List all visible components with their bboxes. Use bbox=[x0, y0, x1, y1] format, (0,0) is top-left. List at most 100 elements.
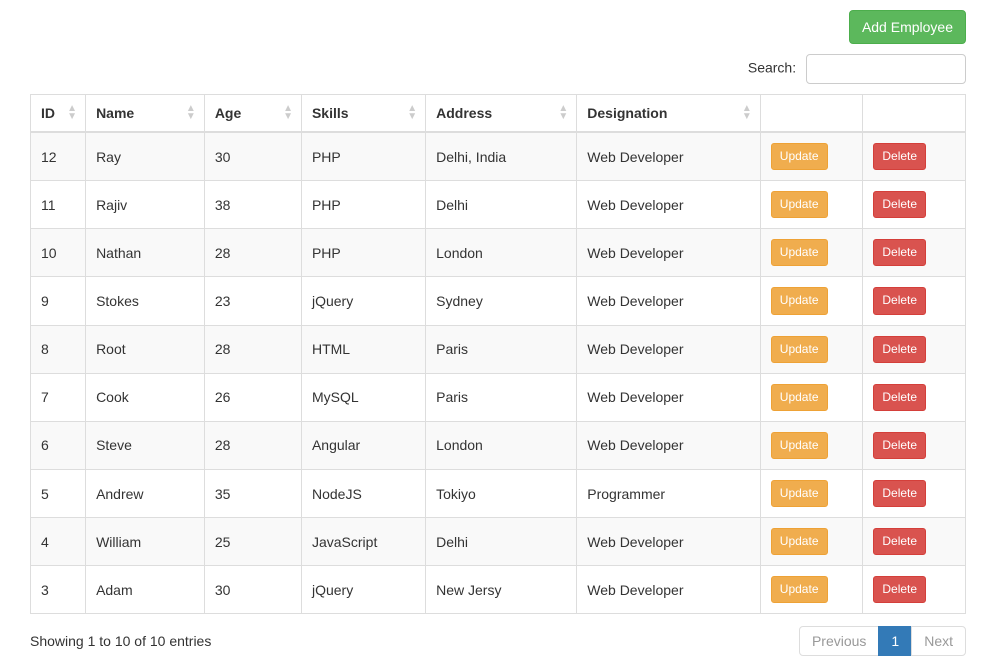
column-header-designation[interactable]: Designation ▲▼ bbox=[577, 95, 761, 133]
cell-skills: jQuery bbox=[301, 566, 425, 614]
cell-id: 3 bbox=[31, 566, 86, 614]
cell-name: Stokes bbox=[86, 277, 205, 325]
cell-designation: Web Developer bbox=[577, 566, 761, 614]
sort-icon: ▲▼ bbox=[67, 105, 77, 121]
cell-age: 28 bbox=[204, 325, 301, 373]
column-header-label: Skills bbox=[312, 105, 349, 121]
delete-button[interactable]: Delete bbox=[873, 239, 926, 266]
search-filter: Search: bbox=[30, 54, 966, 84]
cell-address: New Jersy bbox=[426, 566, 577, 614]
cell-age: 30 bbox=[204, 132, 301, 181]
search-label: Search: bbox=[748, 60, 796, 76]
cell-address: Paris bbox=[426, 325, 577, 373]
cell-designation: Web Developer bbox=[577, 518, 761, 566]
cell-skills: MySQL bbox=[301, 373, 425, 421]
cell-age: 23 bbox=[204, 277, 301, 325]
cell-id: 9 bbox=[31, 277, 86, 325]
cell-name: William bbox=[86, 518, 205, 566]
pagination-page[interactable]: 1 bbox=[878, 626, 912, 656]
cell-age: 25 bbox=[204, 518, 301, 566]
cell-age: 26 bbox=[204, 373, 301, 421]
cell-name: Steve bbox=[86, 421, 205, 469]
cell-age: 38 bbox=[204, 181, 301, 229]
update-button[interactable]: Update bbox=[771, 384, 828, 411]
column-header-id[interactable]: ID ▲▼ bbox=[31, 95, 86, 133]
sort-icon: ▲▼ bbox=[283, 105, 293, 121]
cell-skills: PHP bbox=[301, 181, 425, 229]
delete-button[interactable]: Delete bbox=[873, 480, 926, 507]
table-row: 12Ray30PHPDelhi, IndiaWeb DeveloperUpdat… bbox=[31, 132, 966, 181]
cell-name: Adam bbox=[86, 566, 205, 614]
cell-designation: Web Developer bbox=[577, 132, 761, 181]
cell-designation: Web Developer bbox=[577, 229, 761, 277]
update-button[interactable]: Update bbox=[771, 480, 828, 507]
cell-address: Tokiyo bbox=[426, 469, 577, 517]
update-button[interactable]: Update bbox=[771, 432, 828, 459]
update-button[interactable]: Update bbox=[771, 336, 828, 363]
cell-id: 5 bbox=[31, 469, 86, 517]
delete-button[interactable]: Delete bbox=[873, 143, 926, 170]
cell-skills: HTML bbox=[301, 325, 425, 373]
column-header-update bbox=[760, 95, 863, 133]
table-row: 8Root28HTMLParisWeb Developer Update Delet… bbox=[31, 325, 966, 373]
column-header-label: Age bbox=[215, 105, 241, 121]
sort-icon: ▲▼ bbox=[558, 105, 568, 121]
cell-designation: Web Developer bbox=[577, 325, 761, 373]
column-header-label: Designation bbox=[587, 105, 667, 121]
cell-designation: Web Developer bbox=[577, 421, 761, 469]
column-header-name[interactable]: Name ▲▼ bbox=[86, 95, 205, 133]
cell-name: Root bbox=[86, 325, 205, 373]
cell-skills: jQuery bbox=[301, 277, 425, 325]
column-header-label: ID bbox=[41, 105, 55, 121]
cell-designation: Web Developer bbox=[577, 373, 761, 421]
search-input[interactable] bbox=[806, 54, 966, 84]
column-header-address[interactable]: Address ▲▼ bbox=[426, 95, 577, 133]
cell-age: 28 bbox=[204, 421, 301, 469]
cell-skills: JavaScript bbox=[301, 518, 425, 566]
cell-id: 11 bbox=[31, 181, 86, 229]
delete-button[interactable]: Delete bbox=[873, 287, 926, 314]
cell-id: 8 bbox=[31, 325, 86, 373]
update-button[interactable]: Update bbox=[771, 576, 828, 603]
update-button[interactable]: Update bbox=[771, 287, 828, 314]
delete-button[interactable]: Delete bbox=[873, 384, 926, 411]
pagination-next[interactable]: Next bbox=[911, 626, 966, 656]
update-button[interactable]: Update bbox=[771, 528, 828, 555]
update-button[interactable]: Update bbox=[771, 239, 828, 266]
cell-age: 28 bbox=[204, 229, 301, 277]
cell-name: Ray bbox=[86, 132, 205, 181]
cell-address: London bbox=[426, 229, 577, 277]
cell-name: Rajiv bbox=[86, 181, 205, 229]
delete-button[interactable]: Delete bbox=[873, 576, 926, 603]
cell-address: London bbox=[426, 421, 577, 469]
cell-skills: PHP bbox=[301, 229, 425, 277]
delete-button[interactable]: Delete bbox=[873, 432, 926, 459]
table-row: 9Stokes23jQuerySydneyWeb DeveloperUpdate… bbox=[31, 277, 966, 325]
cell-id: 4 bbox=[31, 518, 86, 566]
add-employee-button[interactable]: Add Employee bbox=[849, 10, 966, 44]
column-header-age[interactable]: Age ▲▼ bbox=[204, 95, 301, 133]
cell-designation: Web Developer bbox=[577, 181, 761, 229]
delete-button[interactable]: Delete bbox=[873, 336, 926, 363]
cell-id: 12 bbox=[31, 132, 86, 181]
update-button[interactable]: Update bbox=[771, 191, 828, 218]
cell-id: 10 bbox=[31, 229, 86, 277]
table-row: 7Cook26MySQLParisWeb DeveloperUpdateDele… bbox=[31, 373, 966, 421]
employee-table: ID ▲▼ Name ▲▼ Age ▲▼ Skills ▲▼ Address ▲… bbox=[30, 94, 966, 614]
delete-button[interactable]: Delete bbox=[873, 191, 926, 218]
cell-id: 7 bbox=[31, 373, 86, 421]
delete-button[interactable]: Delete bbox=[873, 528, 926, 555]
table-row: 10Nathan28PHPLondonWeb DeveloperUpdateDe… bbox=[31, 229, 966, 277]
pagination-previous[interactable]: Previous bbox=[799, 626, 879, 656]
cell-address: Delhi bbox=[426, 518, 577, 566]
update-button[interactable]: Update bbox=[771, 143, 828, 170]
table-row: 11Rajiv38PHPDelhiWeb DeveloperUpdateDele… bbox=[31, 181, 966, 229]
pagination: Previous 1 Next bbox=[800, 626, 966, 656]
cell-designation: Programmer bbox=[577, 469, 761, 517]
cell-skills: Angular bbox=[301, 421, 425, 469]
table-info: Showing 1 to 10 of 10 entries bbox=[30, 633, 211, 649]
column-header-skills[interactable]: Skills ▲▼ bbox=[301, 95, 425, 133]
sort-icon: ▲▼ bbox=[407, 105, 417, 121]
cell-address: Delhi, India bbox=[426, 132, 577, 181]
cell-age: 35 bbox=[204, 469, 301, 517]
